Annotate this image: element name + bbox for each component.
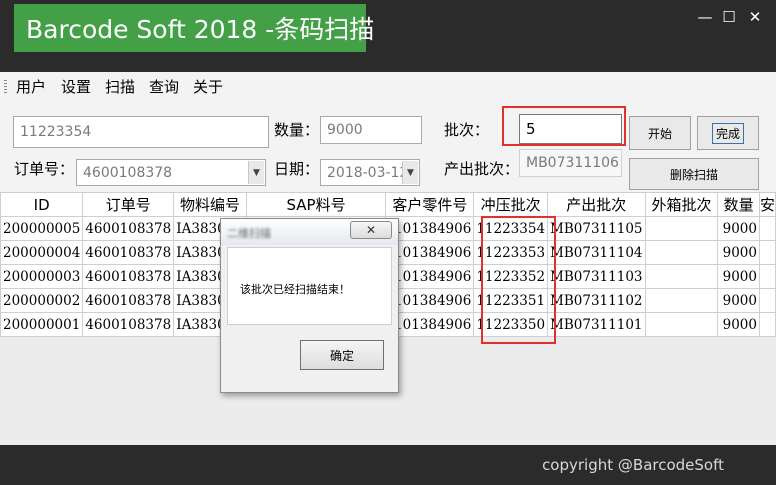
- cell-qty: 9000: [717, 216, 760, 241]
- column-header-truncated[interactable]: 安: [758, 192, 776, 217]
- delete-scan-button[interactable]: 删除扫描: [629, 158, 759, 190]
- cell-truncated: [758, 288, 776, 313]
- table-header-row: ID 订单号 物料编号 SAP料号 客户零件号 冲压批次 产出批次 外箱批次 数…: [0, 192, 776, 217]
- column-header-output-batch[interactable]: 产出批次: [547, 192, 646, 217]
- dialog-ok-button[interactable]: 确定: [300, 340, 384, 370]
- column-header-order[interactable]: 订单号: [82, 192, 175, 217]
- output-batch-label: 产出批次：: [444, 160, 520, 178]
- cell-part: 101384906: [385, 216, 475, 241]
- cell-box-batch: [644, 312, 719, 337]
- copyright-text: copyright @BarcodeSoft: [542, 456, 724, 474]
- column-header-stamp-batch[interactable]: 冲压批次: [473, 192, 549, 217]
- calendar-dropdown-icon[interactable]: ▼: [402, 161, 418, 184]
- cell-output-batch: MB07311102: [547, 288, 646, 313]
- barcode-input[interactable]: 11223354: [13, 116, 269, 148]
- cell-order: 4600108378: [82, 216, 175, 241]
- done-button[interactable]: 完成: [697, 116, 759, 150]
- menu-item-settings[interactable]: 设置: [61, 78, 91, 96]
- dialog-body: 该批次已经扫描结束！: [227, 247, 392, 325]
- qty-label: 数量：: [274, 121, 320, 139]
- cell-qty: 9000: [717, 264, 760, 289]
- dialog-close-icon[interactable]: ✕: [350, 221, 392, 239]
- qty-input[interactable]: 9000: [320, 116, 422, 144]
- cell-truncated: [758, 216, 776, 241]
- menu-item-query[interactable]: 查询: [149, 78, 179, 96]
- footer-bar: copyright @BarcodeSoft: [0, 445, 776, 485]
- cell-truncated: [758, 312, 776, 337]
- cell-part: 101384906: [385, 240, 475, 265]
- start-button[interactable]: 开始: [629, 116, 691, 150]
- order-select-value: 4600108378: [83, 164, 173, 181]
- column-header-sap[interactable]: SAP料号: [245, 192, 387, 217]
- minimize-icon[interactable]: —: [694, 6, 716, 28]
- column-header-id[interactable]: ID: [0, 192, 84, 217]
- menu-item-user[interactable]: 用户: [16, 78, 46, 96]
- cell-order: 4600108378: [82, 264, 175, 289]
- cell-box-batch: [644, 288, 719, 313]
- cell-order: 4600108378: [82, 288, 175, 313]
- menu-grip-icon: [4, 80, 7, 94]
- cell-output-batch: MB07311104: [547, 240, 646, 265]
- app-title-block: Barcode Soft 2018 -条码扫描: [14, 4, 374, 52]
- cell-output-batch: MB07311101: [547, 312, 646, 337]
- close-icon[interactable]: ✕: [744, 6, 766, 28]
- cell-part: 101384906: [385, 288, 475, 313]
- date-picker-value: 2018-03-12: [327, 164, 409, 181]
- dialog-title: 二维扫描: [227, 227, 271, 240]
- cell-box-batch: [644, 240, 719, 265]
- dialog-message: 该批次已经扫描结束！: [240, 283, 350, 296]
- cell-output-batch: MB07311103: [547, 264, 646, 289]
- cell-qty: 9000: [717, 288, 760, 313]
- cell-id: 200000005: [0, 216, 84, 241]
- done-button-label: 完成: [711, 122, 744, 144]
- menu-item-about[interactable]: 关于: [193, 78, 223, 96]
- batch-label: 批次：: [444, 121, 490, 139]
- cell-part: 101384906: [385, 264, 475, 289]
- cell-part: 101384906: [385, 312, 475, 337]
- cell-output-batch: MB07311105: [547, 216, 646, 241]
- cell-id: 200000002: [0, 288, 84, 313]
- stamp-batch-highlight-box: [481, 216, 556, 344]
- cell-qty: 9000: [717, 240, 760, 265]
- batch-highlight-box: [502, 106, 626, 146]
- cell-box-batch: [644, 216, 719, 241]
- column-header-part[interactable]: 客户零件号: [385, 192, 475, 217]
- column-header-qty[interactable]: 数量: [717, 192, 760, 217]
- order-label: 订单号：: [14, 160, 75, 178]
- cell-order: 4600108378: [82, 312, 175, 337]
- message-dialog: 二维扫描 ✕ 该批次已经扫描结束！ 确定: [220, 218, 399, 393]
- cell-id: 200000004: [0, 240, 84, 265]
- menu-bar: 用户 设置 扫描 查询 关于: [0, 72, 776, 102]
- chevron-down-icon[interactable]: ▼: [248, 161, 264, 184]
- cell-truncated: [758, 240, 776, 265]
- menu-item-scan[interactable]: 扫描: [105, 78, 135, 96]
- cell-box-batch: [644, 264, 719, 289]
- column-header-material[interactable]: 物料编号: [173, 192, 247, 217]
- cell-id: 200000001: [0, 312, 84, 337]
- title-bar: Barcode Soft 2018 -条码扫描 — ☐ ✕: [0, 0, 776, 72]
- dialog-title-bar: 二维扫描 ✕: [221, 219, 398, 245]
- cell-truncated: [758, 264, 776, 289]
- cell-order: 4600108378: [82, 240, 175, 265]
- output-batch-field: MB07311106: [519, 149, 622, 177]
- date-picker[interactable]: 2018-03-12 ▼: [320, 159, 420, 186]
- date-label: 日期：: [274, 160, 320, 178]
- order-select[interactable]: 4600108378 ▼: [76, 159, 266, 186]
- maximize-icon[interactable]: ☐: [718, 6, 740, 28]
- app-title: Barcode Soft 2018 -条码扫描: [26, 15, 375, 44]
- cell-id: 200000003: [0, 264, 84, 289]
- cell-qty: 9000: [717, 312, 760, 337]
- column-header-box-batch[interactable]: 外箱批次: [644, 192, 719, 217]
